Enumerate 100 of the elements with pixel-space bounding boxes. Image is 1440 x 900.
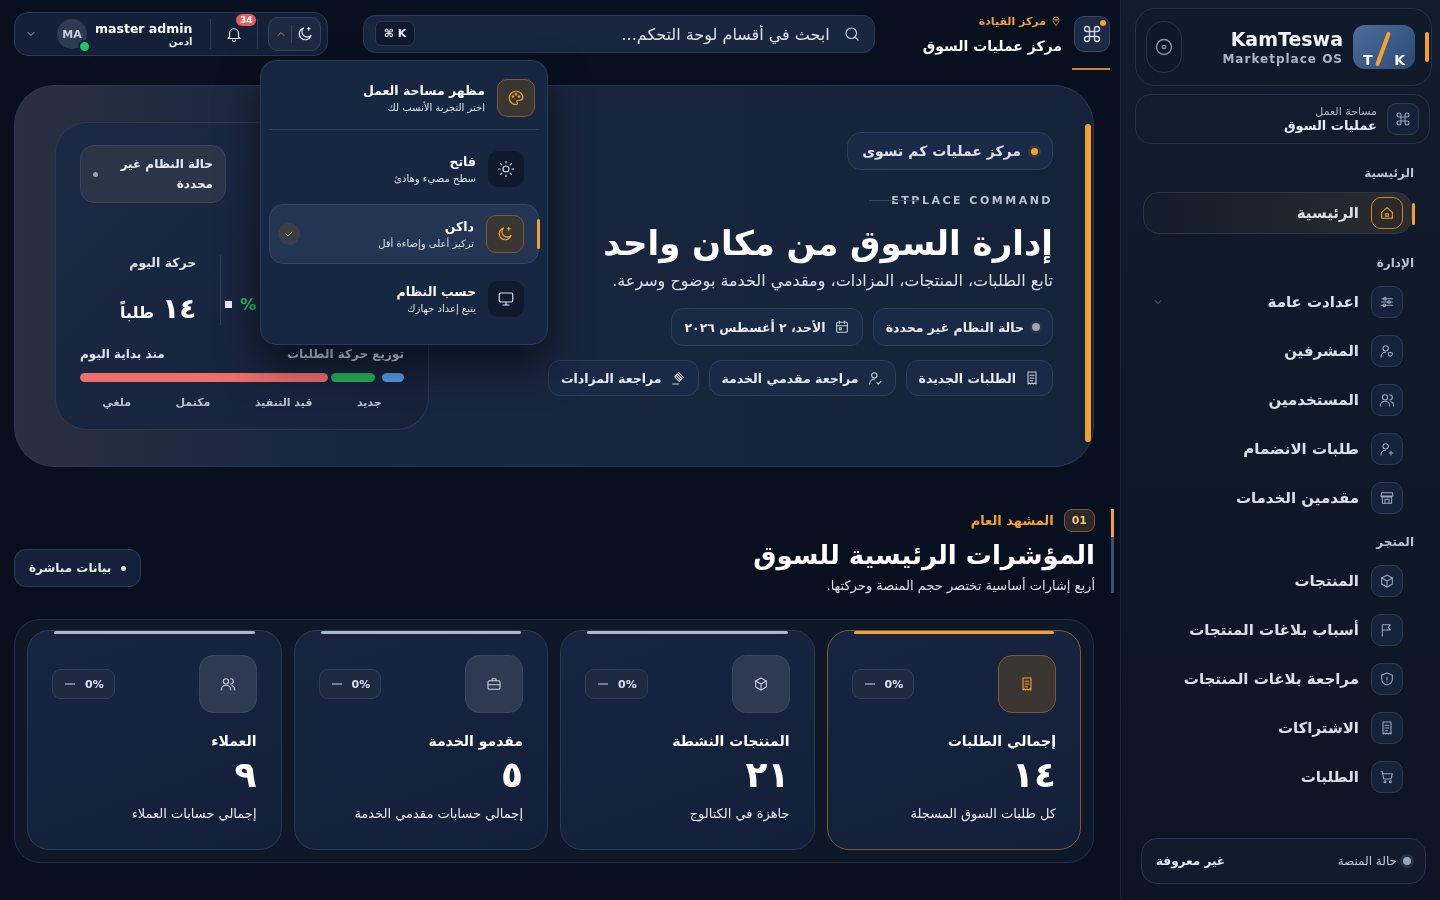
action-button[interactable]: الطلبات الجديدة xyxy=(905,360,1053,397)
kpi-description: إجمالي حسابات العملاء xyxy=(131,806,257,822)
theme-option[interactable]: حسب النظام يتبع إعداد جهازك xyxy=(269,270,539,328)
kpi-label: مقدمو الخدمة xyxy=(428,733,523,749)
command-icon xyxy=(1082,24,1102,44)
change-chip: 0% xyxy=(318,669,382,699)
sidebar-item[interactable]: المستخدمين xyxy=(1143,380,1412,420)
monitor-icon xyxy=(497,290,515,308)
moon-icon xyxy=(496,225,514,243)
change-chip: 0% xyxy=(585,669,648,699)
action-button[interactable]: مراجعة مقدمي الخدمة xyxy=(708,360,896,397)
sidebar-item[interactable]: الطلبات xyxy=(1143,757,1412,797)
nav-section-title: المتجر xyxy=(1374,534,1415,551)
receipt-icon xyxy=(1379,720,1395,736)
workspace-label: مساحة العمل xyxy=(1314,105,1377,118)
shortcut-key: ⌘ K xyxy=(374,21,416,46)
shield-icon xyxy=(1379,671,1395,687)
kpi-label: المنتجات النشطة xyxy=(672,733,790,749)
sidebar-item[interactable]: مراجعة بلاغات المنتجات xyxy=(1143,659,1412,699)
sidebar-item[interactable]: الرئيسية xyxy=(1143,192,1412,234)
menu-title: مظهر مساحة العمل xyxy=(362,83,485,98)
change-chip: 0% xyxy=(851,669,915,699)
command-icon xyxy=(1395,111,1411,127)
collapse-button[interactable] xyxy=(1146,21,1182,73)
nav-section-title: الرئيسية xyxy=(1363,165,1415,182)
gavel-icon xyxy=(669,370,686,387)
legend-label: جديد xyxy=(356,396,382,409)
hero-badge: مركز عمليات كم تسوى xyxy=(847,132,1053,170)
receipt-icon xyxy=(1024,370,1040,387)
palette-icon xyxy=(507,89,525,107)
home-icon xyxy=(1379,205,1395,221)
calendar-icon xyxy=(833,319,850,336)
kpi-label: العملاء xyxy=(211,733,257,749)
section-number: 01 xyxy=(1063,509,1095,532)
kpi-description: إجمالي حسابات مقدمي الخدمة xyxy=(354,806,523,822)
sidebar-item[interactable]: اعدادت عامة xyxy=(1143,282,1412,322)
logo: T K xyxy=(1353,25,1415,69)
kpi-value: ١٤ xyxy=(1012,753,1056,797)
menu-subtitle: اختر التجربة الأنسب لك xyxy=(386,102,485,113)
cart-icon xyxy=(1379,769,1395,785)
sidebar-item[interactable]: الاشتراكات xyxy=(1143,708,1412,748)
sidebar-item[interactable]: مقدمين الخدمات xyxy=(1143,478,1412,518)
kpi-value: ٥ xyxy=(501,753,523,797)
info-chip: الأحد، ٢ أغسطس ٢٠٢٦ xyxy=(671,308,863,347)
brand-tagline: Marketplace OS xyxy=(1222,52,1343,66)
section-eyebrow: المشهد العام xyxy=(970,513,1054,528)
action-button[interactable]: مراجعة المزادات xyxy=(548,360,699,397)
status-label: حالة المنصة xyxy=(1337,854,1397,868)
briefcase-icon xyxy=(486,676,502,692)
store-icon xyxy=(1379,490,1395,506)
target-icon xyxy=(1154,37,1174,57)
change-value: % xyxy=(240,295,257,315)
legend-label: مكتمل xyxy=(175,396,211,409)
section-subtitle: أربع إشارات أساسية تختصر حجم المنصة وحركتها. xyxy=(826,578,1095,593)
hero-subtitle: تابع الطلبات، المنتجات، المزادات، ومقدمي الخدمة بوضوح وسرعة. xyxy=(612,271,1053,291)
sidebar-item[interactable]: طلبات الانضمام xyxy=(1143,429,1412,469)
info-chip: حالة النظام غير محددة xyxy=(872,308,1053,347)
live-badge: بيانات مباشرة xyxy=(14,549,142,587)
kpi-value: ٢١ xyxy=(745,753,790,797)
user-shield-icon xyxy=(1379,343,1395,359)
user-add-icon xyxy=(1379,441,1395,457)
sidebar-item[interactable]: المشرفين xyxy=(1143,331,1412,371)
status-value: غير معروفة xyxy=(1156,854,1225,868)
sidebar-item[interactable]: أسباب بلاغات المنتجات xyxy=(1143,610,1412,650)
sliders-icon xyxy=(1379,294,1395,310)
legend-label: ملغي xyxy=(102,396,131,409)
status-chip: حالة النظام غير محددة xyxy=(80,145,226,203)
nav-section-title: الإدارة xyxy=(1375,255,1415,272)
workspace-name: عمليات السوق xyxy=(1283,118,1377,133)
pin-icon xyxy=(1050,15,1062,27)
theme-option[interactable]: داكن تركيز أعلى وإضاءة أقل xyxy=(269,204,539,264)
change-chip: 0% xyxy=(52,669,115,699)
box-icon xyxy=(752,676,769,692)
distribution-note: منذ بداية اليوم xyxy=(80,346,165,361)
distribution-title: توزيع حركة الطلبات xyxy=(286,346,404,361)
user-role: ادمن xyxy=(168,36,193,47)
kpi-description: كل طلبات السوق المسجلة xyxy=(910,806,1056,822)
section-title: المؤشرات الرئيسية للسوق xyxy=(753,540,1095,570)
brand-name: KamTeswa xyxy=(1230,28,1343,50)
theme-option[interactable]: فاتح سطح مضيء وهادئ xyxy=(269,140,539,198)
status-dot xyxy=(1403,857,1411,865)
avatar: MA xyxy=(57,19,87,49)
search-icon xyxy=(842,25,861,43)
moon-icon xyxy=(296,25,315,43)
bell-icon xyxy=(225,25,244,43)
page-title: مركز عمليات السوق xyxy=(922,37,1062,54)
receipt-icon xyxy=(1019,676,1035,692)
box-icon xyxy=(1379,573,1395,589)
kpi-description: جاهزة في الكتالوج xyxy=(689,806,790,822)
breadcrumb: مركز القيادة xyxy=(978,14,1046,28)
users-icon xyxy=(1379,392,1395,408)
workspace-card[interactable]: مساحة العمل عمليات السوق xyxy=(1135,94,1430,144)
legend-label: قيد التنفيذ xyxy=(254,396,313,409)
theme-toggle[interactable] xyxy=(268,17,322,51)
square-icon xyxy=(225,301,233,309)
today-value: ١٤ xyxy=(162,291,197,325)
hero-title: إدارة السوق من مكان واحد xyxy=(603,222,1053,266)
command-button[interactable] xyxy=(1074,16,1110,52)
sidebar-item[interactable]: المنتجات xyxy=(1143,561,1412,601)
user-name: master admin xyxy=(95,21,193,36)
